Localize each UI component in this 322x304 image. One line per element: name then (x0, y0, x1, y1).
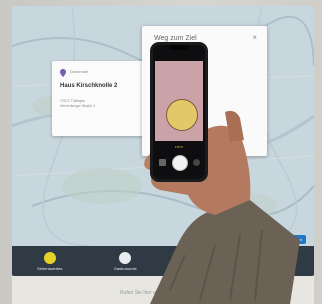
phone-camera-screen: FOTO (153, 45, 205, 179)
camera-viewfinder (155, 61, 203, 141)
camera-mode-label: FOTO (174, 145, 184, 149)
smartphone: FOTO (150, 42, 208, 182)
gallery-thumbnail[interactable] (159, 159, 166, 166)
qr-code-icon (166, 99, 198, 131)
phone-notch (169, 45, 189, 50)
shutter-button[interactable] (172, 155, 188, 171)
photo-scene: Denkmale Haus Kirschknolle 2 72072 Tübin… (0, 0, 322, 304)
flip-camera-icon[interactable] (193, 159, 200, 166)
